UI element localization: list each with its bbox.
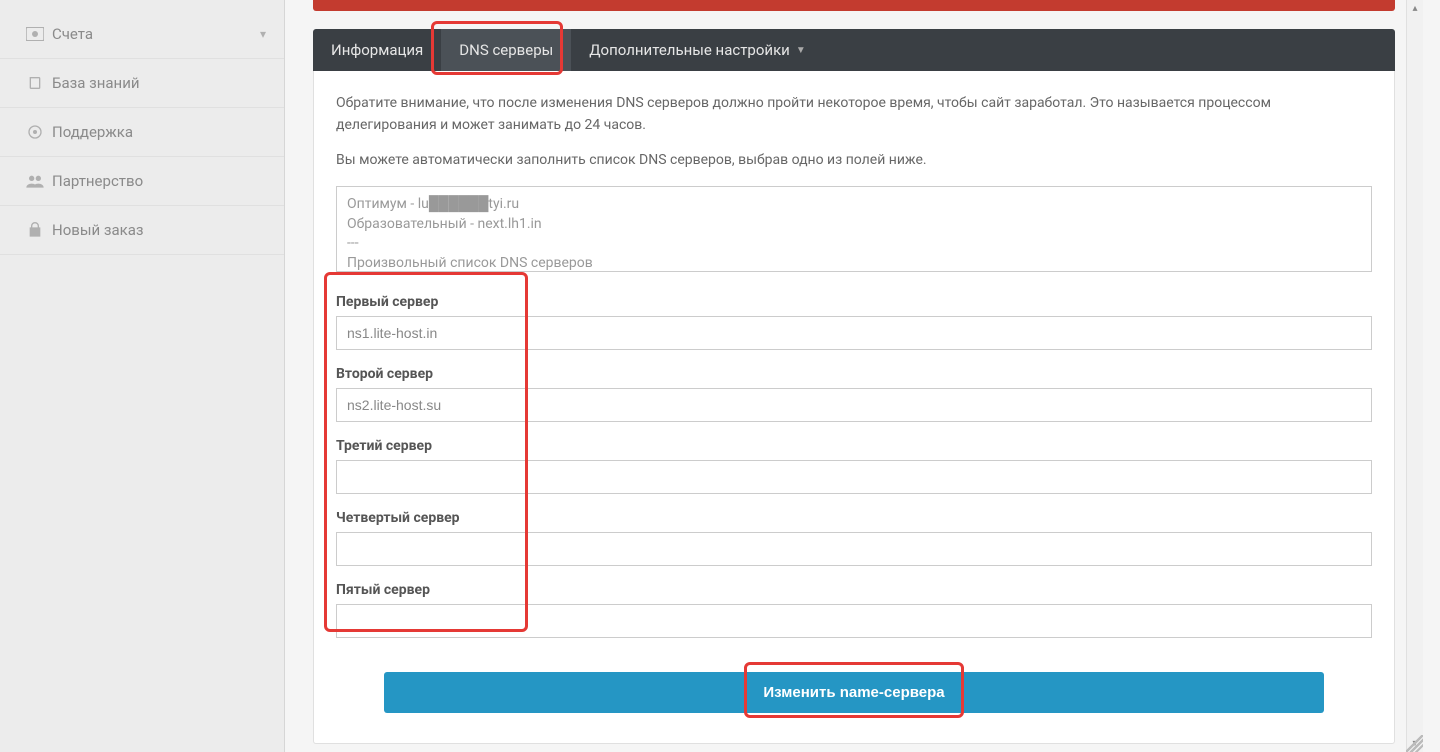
scroll-track[interactable] — [1407, 17, 1423, 735]
tab-label: DNS серверы — [459, 41, 553, 59]
select-option[interactable]: Произвольный список DNS серверов — [347, 254, 1361, 272]
sidebar: Счета ▾ База знаний Поддержка Партнерств… — [0, 0, 285, 752]
notice-text: Вы можете автоматически заполнить список… — [336, 150, 1372, 172]
resize-grip-icon — [1406, 735, 1423, 752]
server5-label: Пятый сервер — [336, 582, 1372, 598]
alert-bar — [313, 0, 1395, 11]
tab-label: Информация — [331, 41, 423, 59]
server5-input[interactable] — [336, 604, 1372, 638]
tab-information[interactable]: Информация — [313, 29, 441, 71]
sidebar-item-label: База знаний — [52, 74, 266, 92]
bag-icon — [18, 222, 52, 238]
tab-extra-settings[interactable]: Дополнительные настройки ▼ — [571, 29, 823, 71]
sidebar-item-label: Партнерство — [52, 172, 266, 190]
select-option[interactable]: Оптимум - lu██████tyi.ru — [347, 195, 1361, 215]
tab-label: Дополнительные настройки — [589, 41, 790, 59]
server1-label: Первый сервер — [336, 294, 1372, 310]
server4-label: Четвертый сервер — [336, 510, 1372, 526]
chevron-down-icon: ▾ — [260, 27, 266, 41]
sidebar-item-accounts[interactable]: Счета ▾ — [0, 10, 284, 59]
support-icon — [18, 124, 52, 140]
server2-label: Второй сервер — [336, 366, 1372, 382]
dns-preset-select[interactable]: Оптимум - lu██████tyi.ru Образовательный… — [336, 186, 1372, 272]
sidebar-item-neworder[interactable]: Новый заказ — [0, 206, 284, 255]
sidebar-item-affiliates[interactable]: Партнерство — [0, 157, 284, 206]
book-icon — [18, 75, 52, 91]
footer: Powered by WHMCompleteSolution — [313, 744, 1395, 752]
server4-input[interactable] — [336, 532, 1372, 566]
server2-input[interactable] — [336, 388, 1372, 422]
vertical-scrollbar[interactable]: ▴ ▾ — [1406, 0, 1423, 752]
sidebar-item-knowledgebase[interactable]: База знаний — [0, 59, 284, 108]
sidebar-item-support[interactable]: Поддержка — [0, 108, 284, 157]
notice-text: Обратите внимание, что после изменения D… — [336, 93, 1372, 136]
sidebar-item-label: Счета — [52, 25, 260, 43]
panel: Обратите внимание, что после изменения D… — [313, 71, 1395, 744]
users-icon — [18, 174, 52, 188]
server3-label: Третий сервер — [336, 438, 1372, 454]
server3-input[interactable] — [336, 460, 1372, 494]
server1-input[interactable] — [336, 316, 1372, 350]
tab-dns-servers[interactable]: DNS серверы — [441, 29, 571, 71]
select-option[interactable]: Образовательный - next.lh1.in — [347, 215, 1361, 235]
select-option[interactable]: --- — [347, 234, 1361, 254]
scroll-up-icon[interactable]: ▴ — [1407, 0, 1423, 17]
sidebar-item-label: Поддержка — [52, 123, 266, 141]
money-icon — [18, 27, 52, 41]
sidebar-item-label: Новый заказ — [52, 221, 266, 239]
change-nameservers-button[interactable]: Изменить name-сервера — [384, 672, 1324, 713]
caret-down-icon: ▼ — [796, 45, 806, 56]
submit-row: Изменить name-сервера — [336, 672, 1372, 713]
tabs: Информация DNS серверы Дополнительные на… — [313, 29, 1395, 71]
nameserver-form: Первый сервер Второй сервер Третий серве… — [336, 294, 1372, 638]
main-content: Информация DNS серверы Дополнительные на… — [285, 0, 1423, 752]
